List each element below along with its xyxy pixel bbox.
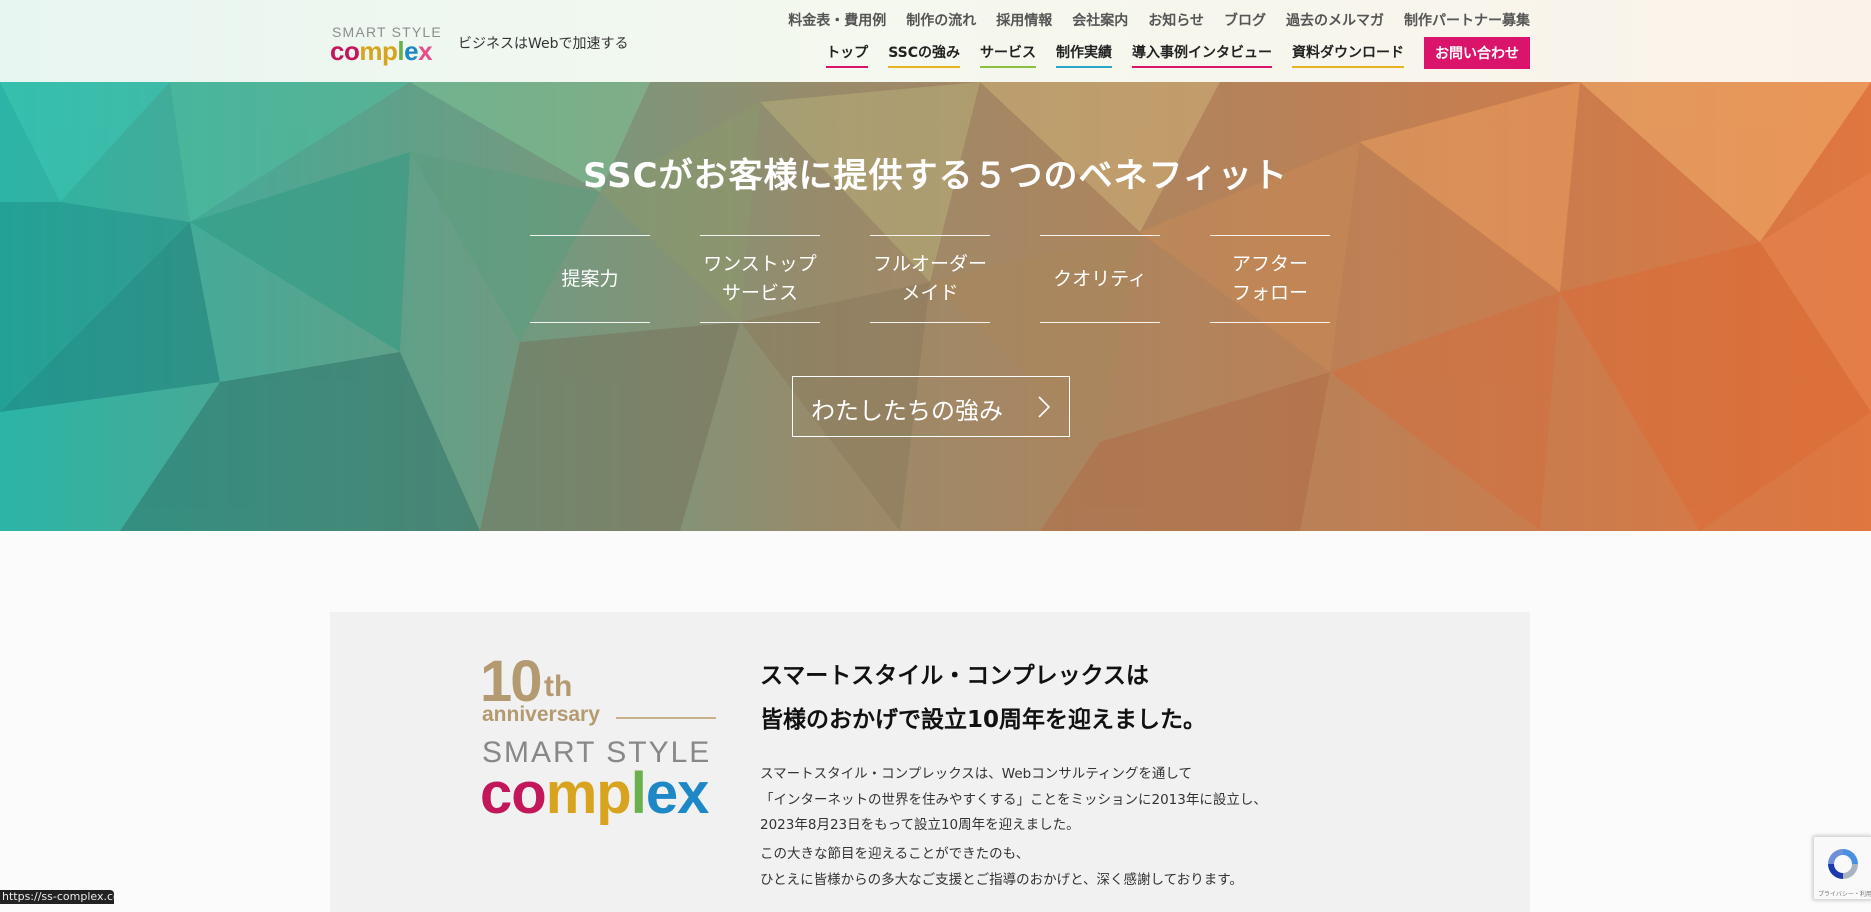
recaptcha-icon (1828, 849, 1858, 879)
logo-letter: x (418, 36, 433, 66)
top-link-news[interactable]: お知らせ (1148, 10, 1204, 30)
paragraph-line: ひとえに皆様からの多大なご支援とご指導のおかげと、深く感謝しております。 (760, 871, 1243, 888)
paragraph-line: 2023年8月23日をもって設立10周年を迎えました。 (760, 817, 1080, 833)
anniversary-suffix: th (544, 670, 573, 703)
nav-item-top[interactable]: トップ (826, 42, 869, 68)
logo-letter: c (330, 36, 344, 66)
site-tagline: ビジネスはWebで加速する (458, 36, 629, 52)
anniversary-logo-wordmark: complex (480, 760, 709, 827)
nav-item-services[interactable]: サービス (980, 42, 1036, 68)
site-logo[interactable]: SMART STYLE complex (330, 24, 441, 67)
nav-item-downloads[interactable]: 資料ダウンロード (1292, 42, 1404, 68)
benefit-list: 提案力 ワンストップ サービス フルオーダー メイド クオリティ アフター フォ… (530, 235, 1330, 323)
main-nav: トップ SSCの強み サービス 制作実績 導入事例インタビュー 資料ダウンロード… (826, 37, 1530, 69)
benefit-label: アフター フォロー (1231, 253, 1308, 304)
anniversary-rule (616, 717, 716, 719)
anniversary-heading: スマートスタイル・コンプレックスは 皆様のおかげで設立10周年を迎えました。 (760, 654, 1206, 742)
benefit-proposal: 提案力 (530, 235, 650, 323)
recaptcha-badge[interactable]: プライバシー・利用規約 (1813, 836, 1871, 900)
anniversary-word: anniversary (482, 703, 600, 726)
benefit-quality: クオリティ (1040, 235, 1160, 323)
benefits-hero: SSCがお客様に提供する５つのベネフィット 提案力 ワンストップ サービス フル… (0, 82, 1871, 531)
paragraph-line: この大きな節目を迎えることができたのも、 (760, 846, 1030, 862)
site-header: SMART STYLE complex ビジネスはWebで加速する 料金表・費用… (0, 0, 1871, 82)
our-strengths-button[interactable]: わたしたちの強み (792, 376, 1070, 437)
benefits-title: SSCがお客様に提供する５つのベネフィット (583, 156, 1288, 196)
logo-wordmark: complex (330, 36, 433, 67)
benefit-full-order: フルオーダー メイド (870, 235, 990, 323)
logo-letter: c (480, 761, 512, 826)
logo-letter: o (343, 36, 360, 66)
nav-item-interviews[interactable]: 導入事例インタビュー (1132, 42, 1272, 68)
paragraph-line: 「インターネットの世界を住みやすくする」ことをミッションに2013年に設立し、 (760, 791, 1267, 808)
logo-letter: p (381, 36, 398, 66)
benefit-after-follow: アフター フォロー (1210, 235, 1330, 323)
anniversary-logo: 10 th anniversary SMART STYLE complex (480, 648, 730, 828)
benefit-one-stop: ワンストップ サービス (700, 235, 820, 323)
anniversary-paragraph: スマートスタイル・コンプレックスは、Webコンサルティングを通して 「インターネ… (760, 762, 1267, 839)
nav-item-works[interactable]: 制作実績 (1056, 42, 1112, 68)
top-link-pricing[interactable]: 料金表・費用例 (788, 10, 886, 30)
anniversary-section: 10 th anniversary SMART STYLE complex スマ… (330, 612, 1530, 912)
contact-button[interactable]: お問い合わせ (1424, 37, 1530, 69)
anniversary-paragraph: この大きな節目を迎えることができたのも、 ひとえに皆様からの多大なご支援とご指導… (760, 842, 1243, 893)
paragraph-line: スマートスタイル・コンプレックスは、Webコンサルティングを通して (760, 766, 1193, 782)
top-link-company[interactable]: 会社案内 (1072, 10, 1128, 30)
logo-letter: o (511, 761, 546, 826)
top-link-blog[interactable]: ブログ (1224, 10, 1266, 30)
benefit-label: ワンストップ サービス (703, 253, 817, 304)
chevron-right-icon (1038, 396, 1051, 418)
top-link-recruit[interactable]: 採用情報 (996, 10, 1052, 30)
logo-letter: p (596, 761, 631, 826)
benefit-label: 提案力 (561, 267, 619, 290)
logo-letter: e (404, 36, 419, 66)
benefit-label: フルオーダー メイド (872, 253, 987, 304)
anniversary-heading-line: スマートスタイル・コンプレックスは (760, 663, 1149, 689)
benefit-label: クオリティ (1053, 267, 1147, 290)
logo-letter: m (359, 36, 382, 66)
our-strengths-label: わたしたちの強み (811, 397, 1003, 425)
anniversary-heading-line: 皆様のおかげで設立10周年を迎えました。 (760, 707, 1207, 733)
top-link-newsletter[interactable]: 過去のメルマガ (1286, 10, 1384, 30)
logo-letter: x (677, 761, 709, 826)
logo-letter: m (545, 761, 598, 826)
top-link-workflow[interactable]: 制作の流れ (906, 10, 976, 30)
top-link-partner[interactable]: 制作パートナー募集 (1404, 10, 1530, 30)
nav-item-strengths[interactable]: SSCの強み (888, 42, 960, 68)
logo-letter: e (645, 761, 678, 826)
recaptcha-text: プライバシー・利用規約 (1818, 891, 1871, 898)
logo-letter: l (630, 761, 647, 826)
top-utility-nav: 料金表・費用例 制作の流れ 採用情報 会社案内 お知らせ ブログ 過去のメルマガ… (788, 10, 1530, 30)
